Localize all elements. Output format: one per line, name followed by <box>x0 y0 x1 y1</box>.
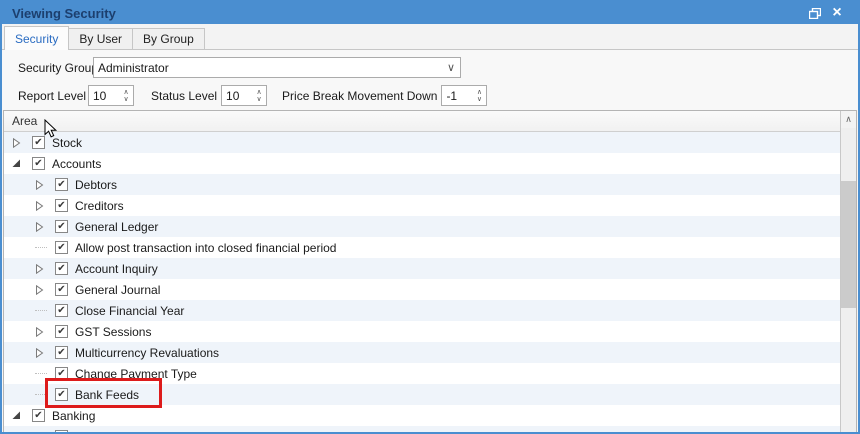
dialog-window: Viewing Security × Security By User By G… <box>0 0 860 434</box>
tree-row[interactable]: ✔ GST Sessions <box>4 321 840 342</box>
tree-row[interactable]: ✔ Allow post transaction into closed fina… <box>4 237 840 258</box>
expander-collapsed-icon[interactable] <box>35 326 55 337</box>
checkbox[interactable]: ✔ <box>55 430 68 432</box>
area-column-header-label: Area <box>12 114 38 128</box>
area-column-header[interactable]: Area <box>4 111 840 132</box>
checkbox[interactable]: ✔ <box>55 220 68 233</box>
checkbox[interactable]: ✔ <box>55 304 68 317</box>
tree-row-label: Multicurrency Revaluations <box>75 345 220 360</box>
tree-row[interactable]: ✔ Debtors <box>4 174 840 195</box>
tree-connector-stub <box>35 310 55 311</box>
expander-collapsed-icon[interactable] <box>35 179 55 190</box>
restore-icon <box>809 7 821 19</box>
tree-row-label: General Journal <box>75 282 161 297</box>
tree-row-label: Debtors <box>75 177 118 192</box>
report-level-label: Report Level <box>18 88 87 103</box>
close-button[interactable]: × <box>826 4 848 22</box>
expander-collapsed-icon[interactable] <box>35 347 55 358</box>
tab-by-user-label: By User <box>79 32 123 46</box>
security-group-label: Security Group <box>18 60 99 75</box>
tree-row[interactable]: ✔ Account Inquiry <box>4 258 840 279</box>
scrollbar-thumb[interactable] <box>841 181 856 308</box>
tab-security-label: Security <box>15 31 59 46</box>
form-pane: Security Group Administrator ∨ Report Le… <box>2 50 858 110</box>
checkbox[interactable]: ✔ <box>55 178 68 191</box>
status-level-input[interactable]: 10 ∧ ∨ <box>221 85 268 106</box>
expander-collapsed-icon[interactable] <box>35 200 55 211</box>
tree-row[interactable]: ✔ Multicurrency Revaluations <box>4 342 840 363</box>
tab-strip: Security By User By Group <box>2 24 858 50</box>
expander-expanded-icon[interactable] <box>12 411 32 420</box>
tree-row-label: Close Financial Year <box>75 303 185 318</box>
checkbox[interactable]: ✔ <box>32 157 45 170</box>
report-level-input[interactable]: 10 ∧ ∨ <box>88 85 134 106</box>
annotation-box <box>45 378 162 408</box>
status-level-spin-down-icon[interactable]: ∨ <box>256 96 261 103</box>
tree-connector-stub <box>35 373 55 374</box>
tree-row-label: Banking <box>52 408 96 423</box>
checkbox[interactable]: ✔ <box>55 325 68 338</box>
close-icon: × <box>832 4 842 21</box>
report-level-spin-down-icon[interactable]: ∨ <box>123 96 128 103</box>
expander-collapsed-icon[interactable] <box>35 431 55 432</box>
tree-connector-stub <box>35 247 55 248</box>
price-break-spin-up-icon[interactable]: ∧ <box>477 89 482 96</box>
tab-by-group[interactable]: By Group <box>132 28 205 49</box>
checkbox[interactable]: ✔ <box>55 346 68 359</box>
tree-row[interactable]: ✔ General Journal <box>4 279 840 300</box>
checkbox[interactable]: ✔ <box>55 241 68 254</box>
checkbox[interactable]: ✔ <box>32 409 45 422</box>
tree-row[interactable]: ✔ Stock <box>4 132 840 153</box>
scrollbar-up-icon: ∧ <box>845 114 852 124</box>
tree-row-label: Allow post transaction into closed finan… <box>75 240 337 255</box>
security-tree-grid: Area ✔ Stock ✔ Accounts ✔ Debtors ✔ Creditors ✔ G… <box>3 110 857 432</box>
report-level-spin-up-icon[interactable]: ∧ <box>123 89 128 96</box>
price-break-movement-down-value: -1 <box>446 89 458 103</box>
tree-row-label: Account Inquiry <box>75 261 158 276</box>
tree-row-label: GST Sessions <box>75 324 152 339</box>
expander-collapsed-icon[interactable] <box>35 263 55 274</box>
restore-button[interactable] <box>804 4 826 22</box>
tree-row[interactable]: ✔ Cheque <box>4 426 840 432</box>
tab-by-group-label: By Group <box>143 32 194 46</box>
price-break-movement-down-label: Price Break Movement Down <box>282 88 438 103</box>
expander-expanded-icon[interactable] <box>12 159 32 168</box>
tree-row-label: Cheque <box>75 430 117 433</box>
status-level-label: Status Level <box>151 88 218 103</box>
status-level-value: 10 <box>226 89 240 103</box>
tree-row[interactable]: ✔ Accounts <box>4 153 840 174</box>
checkbox[interactable]: ✔ <box>55 283 68 296</box>
expander-collapsed-icon[interactable] <box>35 284 55 295</box>
tree-row[interactable]: ✔ General Ledger <box>4 216 840 237</box>
title-bar: Viewing Security × <box>2 2 858 24</box>
mouse-cursor <box>44 119 57 138</box>
price-break-movement-down-input[interactable]: -1 ∧ ∨ <box>441 85 488 106</box>
checkbox[interactable]: ✔ <box>55 199 68 212</box>
expander-collapsed-icon[interactable] <box>35 221 55 232</box>
tree-row[interactable]: ✔ Creditors <box>4 195 840 216</box>
vertical-scrollbar[interactable]: ∧ <box>840 111 856 432</box>
window-title: Viewing Security <box>12 5 116 21</box>
tab-by-user[interactable]: By User <box>68 28 134 49</box>
tree-row[interactable]: ✔ Banking <box>4 405 840 426</box>
scrollbar-up-button[interactable]: ∧ <box>841 111 856 128</box>
dropdown-chevron-icon: ∨ <box>446 62 455 74</box>
tab-security[interactable]: Security <box>4 26 70 50</box>
checkbox[interactable]: ✔ <box>55 262 68 275</box>
security-group-value: Administrator <box>98 60 169 75</box>
expander-collapsed-icon[interactable] <box>12 137 32 148</box>
tree-row-label: General Ledger <box>75 219 159 234</box>
tree-row[interactable]: ✔ Close Financial Year <box>4 300 840 321</box>
tree-row-label: Creditors <box>75 198 124 213</box>
report-level-value: 10 <box>93 89 107 103</box>
status-level-spin-up-icon[interactable]: ∧ <box>256 89 261 96</box>
security-group-select[interactable]: Administrator ∨ <box>93 57 461 78</box>
tree-row-label: Accounts <box>52 156 102 171</box>
price-break-spin-down-icon[interactable]: ∨ <box>477 96 482 103</box>
